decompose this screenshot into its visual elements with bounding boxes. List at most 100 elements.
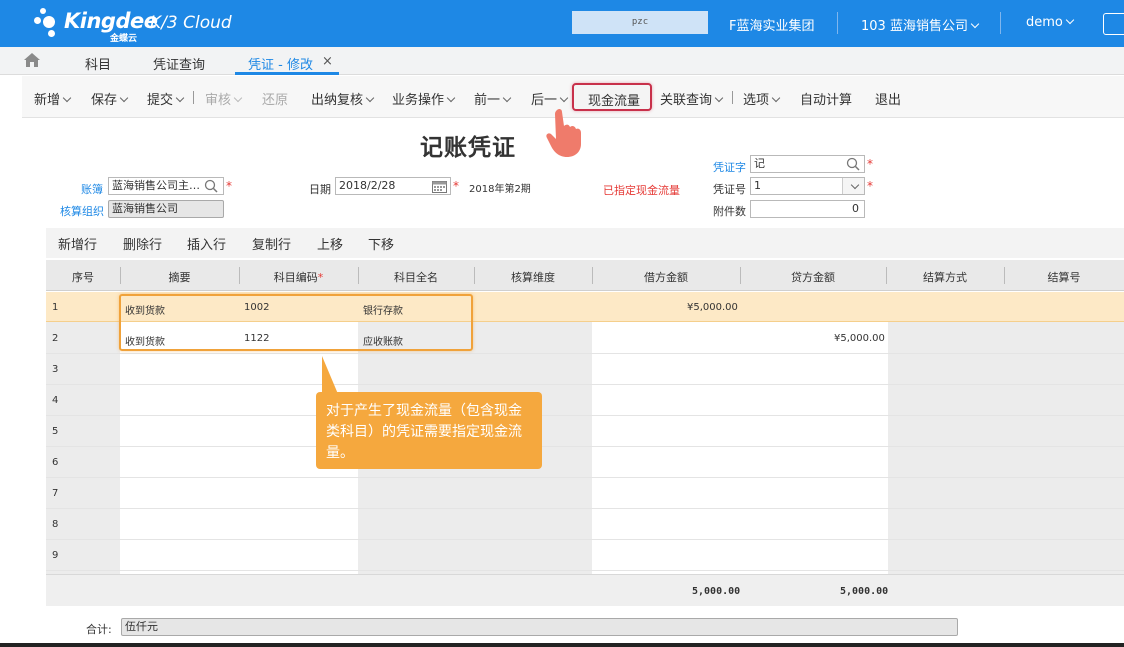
save-button[interactable]: 保存 (91, 89, 129, 108)
grid-toolbar: 新增行 删除行 插入行 复制行 上移 下移 (46, 228, 1124, 258)
row-number: 3 (52, 364, 59, 375)
attachments-label: 附件数 (713, 205, 746, 218)
attachments-field[interactable]: 0 (750, 200, 865, 218)
cell-debit[interactable]: ¥5,000.00 (687, 302, 738, 313)
user-menu[interactable]: demo (1026, 15, 1075, 30)
header-menu-button[interactable] (1103, 13, 1124, 35)
product-name: K/3 Cloud (150, 13, 232, 33)
move-up-button[interactable]: 上移 (317, 234, 343, 253)
kingdee-logo-icon (34, 8, 62, 38)
brand-name: Kingdee (64, 9, 158, 33)
cell-credit[interactable]: ¥5,000.00 (834, 333, 885, 344)
row-number: 7 (52, 488, 59, 499)
search-icon[interactable] (204, 179, 218, 193)
col-header-account-name[interactable]: 科目全名 (358, 269, 474, 285)
tab-voucher-edit[interactable]: 凭证 - 修改 (248, 54, 313, 73)
chevron-down-icon (175, 93, 185, 103)
audit-button[interactable]: 审核 (205, 89, 243, 108)
restore-button[interactable]: 还原 (262, 89, 288, 108)
move-down-button[interactable]: 下移 (368, 234, 394, 253)
row-number: 9 (52, 550, 59, 561)
chevron-down-icon (1065, 15, 1075, 25)
submit-button[interactable]: 提交 (147, 89, 185, 108)
totals-row: 5,000.00 5,000.00 (46, 574, 1124, 606)
pointer-hand-icon (546, 108, 581, 157)
col-header-no[interactable]: 序号 (46, 269, 120, 285)
active-tab-indicator (235, 72, 339, 75)
chevron-down-icon (970, 19, 980, 29)
chevron-down-icon (233, 93, 243, 103)
date-label: 日期 (309, 183, 331, 196)
close-icon[interactable]: × (322, 54, 333, 69)
org-group-label: F蓝海实业集团 (729, 19, 815, 34)
options-button[interactable]: 选项 (743, 89, 781, 108)
row-number: 5 (52, 426, 59, 437)
col-header-code[interactable]: 科目编码* (239, 269, 358, 285)
tab-subjects[interactable]: 科目 (85, 54, 111, 73)
auto-calc-button[interactable]: 自动计算 (800, 89, 852, 108)
tab-bar: 科目 凭证查询 凭证 - 修改 × (0, 47, 1124, 75)
insert-row-button[interactable]: 插入行 (187, 234, 226, 253)
home-icon[interactable] (24, 53, 40, 67)
app-header: Kingdee 金蝶云 K/3 Cloud pzc F蓝海实业集团 103 蓝海… (0, 0, 1124, 47)
exit-button[interactable]: 退出 (875, 89, 901, 108)
cashier-review-button[interactable]: 出纳复核 (311, 89, 375, 108)
voucher-no-dropdown[interactable] (842, 178, 864, 194)
chevron-down-icon (850, 180, 860, 190)
org-label: 核算组织 (60, 205, 104, 218)
row-number: 8 (52, 519, 59, 530)
highlight-frame (119, 294, 473, 351)
col-header-summary[interactable]: 摘要 (120, 269, 239, 285)
cash-flow-status: 已指定现金流量 (603, 184, 680, 197)
related-query-button[interactable]: 关联查询 (660, 89, 724, 108)
business-ops-button[interactable]: 业务操作 (392, 89, 456, 108)
required-marker: * (867, 157, 873, 171)
accounting-period: 2018年第2期 (469, 184, 531, 195)
tooltip-pointer (322, 356, 346, 394)
chevron-down-icon (502, 93, 512, 103)
chevron-down-icon (446, 93, 456, 103)
voucher-word-label: 凭证字 (713, 161, 746, 174)
required-marker: * (226, 179, 232, 193)
new-button[interactable]: 新增 (34, 89, 72, 108)
chevron-down-icon (714, 93, 724, 103)
chevron-down-icon (119, 93, 129, 103)
book-label: 账簿 (81, 183, 103, 196)
company-selector[interactable]: 103 蓝海销售公司 (861, 15, 980, 34)
brand-subtitle: 金蝶云 (110, 34, 138, 44)
tab-voucher-query[interactable]: 凭证查询 (153, 54, 205, 73)
col-header-settlement[interactable]: 结算方式 (886, 269, 1004, 285)
voucher-no-label: 凭证号 (713, 183, 746, 196)
total-debit: 5,000.00 (692, 586, 741, 597)
tooltip: 对于产生了现金流量（包含现金类科目）的凭证需要指定现金流量。 (316, 392, 542, 469)
chevron-down-icon (771, 93, 781, 103)
total-words-field: 伍仟元 (121, 618, 958, 636)
total-credit: 5,000.00 (840, 586, 889, 597)
cash-flow-button[interactable]: 现金流量 (572, 83, 652, 111)
row-number: 6 (52, 457, 59, 468)
col-header-debit[interactable]: 借方金额 (592, 269, 740, 285)
org-field[interactable]: 蓝海销售公司 (108, 200, 224, 218)
row-number: 1 (52, 302, 59, 313)
column-bg (888, 292, 1124, 574)
total-label: 合计: (86, 623, 112, 636)
required-marker: * (867, 179, 873, 193)
add-row-button[interactable]: 新增行 (58, 234, 97, 253)
col-header-dimension[interactable]: 核算维度 (474, 269, 592, 285)
chevron-down-icon (365, 93, 375, 103)
prev-button[interactable]: 前一 (474, 89, 512, 108)
col-header-credit[interactable]: 贷方金额 (740, 269, 886, 285)
copy-row-button[interactable]: 复制行 (252, 234, 291, 253)
global-search-input[interactable]: pzc (572, 11, 708, 34)
required-marker: * (453, 179, 459, 193)
row-number: 2 (52, 333, 59, 344)
calendar-icon[interactable] (432, 180, 447, 193)
bottom-border (0, 643, 1124, 647)
col-header-settlement-no[interactable]: 结算号 (1004, 269, 1124, 285)
row-number: 4 (52, 395, 59, 406)
chevron-down-icon (62, 93, 72, 103)
search-icon[interactable] (846, 157, 860, 171)
next-button[interactable]: 后一 (531, 89, 569, 108)
page-title: 记账凭证 (420, 135, 516, 161)
delete-row-button[interactable]: 删除行 (123, 234, 162, 253)
